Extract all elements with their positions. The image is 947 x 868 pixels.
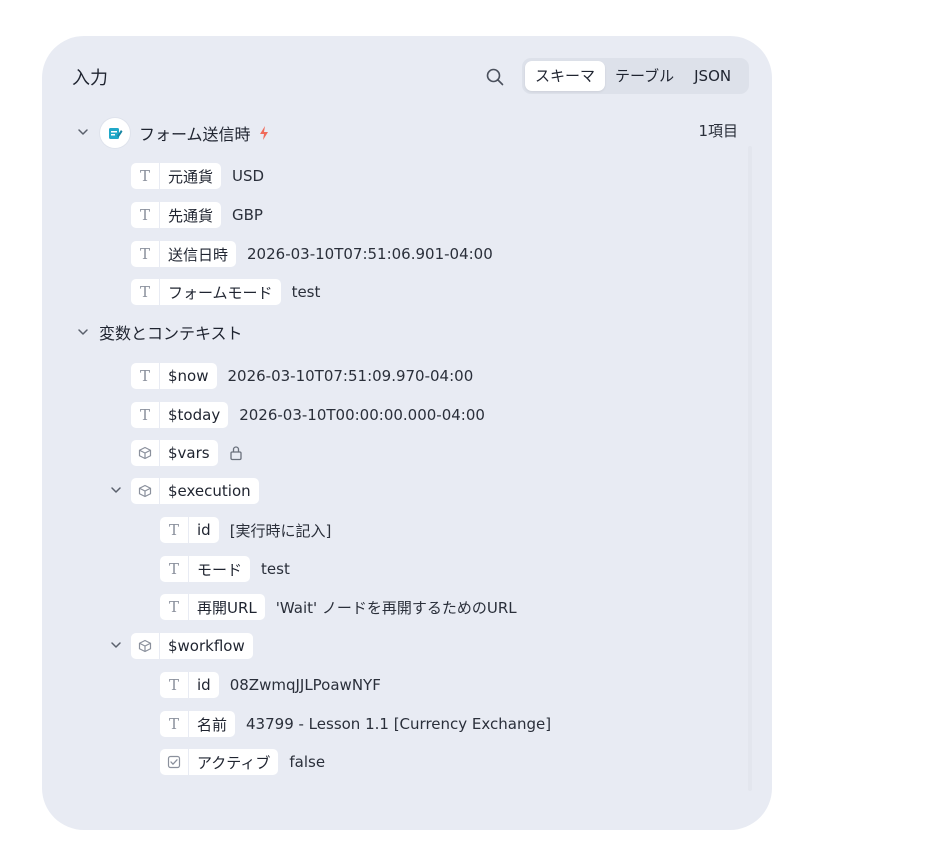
- field-pill[interactable]: T フォームモード: [131, 279, 281, 305]
- field-value: test: [291, 283, 321, 301]
- chevron-down-icon[interactable]: [76, 325, 90, 339]
- field-key: $today: [168, 406, 221, 424]
- field-pill[interactable]: T 送信日時: [131, 241, 237, 267]
- field-key: 名前: [197, 715, 228, 734]
- field-key: アクティブ: [197, 753, 271, 772]
- field-row: T 再開URL 'Wait' ノードを再開するためのURL: [160, 593, 517, 621]
- chevron-down-icon[interactable]: [76, 125, 90, 139]
- search-icon[interactable]: [485, 67, 505, 87]
- item-count: 1項目: [698, 122, 738, 140]
- field-pill[interactable]: T $now: [131, 363, 217, 389]
- field-pill[interactable]: T id: [160, 517, 219, 543]
- field-pill[interactable]: アクティブ: [160, 749, 279, 775]
- trigger-node-row[interactable]: フォーム送信時: [100, 118, 270, 148]
- input-panel: 入力 スキーマ テーブル JSON フォーム送信時 1項目 T 元通貨 USD …: [42, 36, 772, 830]
- field-key: id: [197, 676, 211, 694]
- field-value: USD: [232, 167, 265, 185]
- lock-icon: [229, 446, 242, 461]
- field-row: T モード test: [160, 555, 290, 583]
- field-row: T 元通貨 USD: [131, 162, 264, 190]
- field-row: T $now 2026-03-10T07:51:09.970-04:00: [131, 362, 473, 390]
- field-pill[interactable]: $execution: [131, 478, 259, 504]
- scrollbar[interactable]: [748, 146, 752, 791]
- panel-title: 入力: [72, 68, 108, 89]
- field-key: id: [197, 521, 211, 539]
- checkbox-type-icon: [160, 749, 188, 775]
- field-row: T $today 2026-03-10T00:00:00.000-04:00: [131, 401, 485, 429]
- field-row: T id 08ZwmqJJLPoawNYF: [160, 671, 381, 699]
- field-row: T 先通貨 GBP: [131, 201, 263, 229]
- field-row: T id [実行時に記入]: [160, 516, 331, 544]
- text-type-icon: T: [139, 406, 150, 424]
- field-pill[interactable]: T id: [160, 672, 219, 698]
- field-key: $execution: [168, 482, 251, 500]
- field-row: $vars: [131, 439, 243, 467]
- trigger-node-label: フォーム送信時: [139, 125, 251, 144]
- text-type-icon: T: [168, 521, 179, 539]
- text-type-icon: T: [139, 367, 150, 385]
- field-row: $execution: [131, 477, 259, 505]
- text-type-icon: T: [139, 167, 150, 185]
- field-key: $now: [168, 367, 209, 385]
- field-value: 2026-03-10T07:51:09.970-04:00: [227, 367, 474, 385]
- field-key: $workflow: [168, 637, 245, 655]
- field-value: [実行時に記入]: [229, 521, 332, 540]
- object-type-icon: [131, 633, 159, 659]
- field-key: フォームモード: [168, 283, 273, 302]
- tab-json[interactable]: JSON: [684, 61, 741, 91]
- text-type-icon: T: [168, 715, 179, 733]
- text-type-icon: T: [139, 245, 150, 263]
- form-node-icon: [100, 118, 130, 148]
- field-pill[interactable]: $vars: [131, 440, 218, 466]
- tab-schema[interactable]: スキーマ: [525, 61, 606, 91]
- tab-table[interactable]: テーブル: [605, 61, 684, 91]
- chevron-down-icon[interactable]: [109, 638, 123, 652]
- field-value: 08ZwmqJJLPoawNYF: [229, 676, 381, 694]
- text-type-icon: T: [139, 206, 150, 224]
- field-value: 2026-03-10T07:51:06.901-04:00: [247, 245, 493, 263]
- bolt-icon: [259, 126, 268, 140]
- text-type-icon: T: [168, 560, 179, 578]
- text-type-icon: T: [168, 598, 179, 616]
- context-section-row[interactable]: 変数とコンテキスト: [99, 318, 243, 346]
- field-row: アクティブ false: [160, 748, 325, 776]
- field-pill[interactable]: $workflow: [131, 633, 253, 659]
- view-tabs: スキーマ テーブル JSON: [522, 58, 749, 94]
- field-row: T 名前 43799 - Lesson 1.1 [Currency Exchan…: [160, 710, 551, 738]
- field-key: モード: [197, 560, 243, 579]
- chevron-down-icon[interactable]: [109, 483, 123, 497]
- field-row: T 送信日時 2026-03-10T07:51:06.901-04:00: [131, 240, 493, 268]
- object-type-icon: [131, 440, 159, 466]
- field-pill[interactable]: T 名前: [160, 711, 236, 737]
- field-key: 元通貨: [168, 167, 214, 186]
- context-section-label: 変数とコンテキスト: [99, 324, 243, 343]
- field-value: false: [289, 753, 326, 771]
- field-value: 'Wait' ノードを再開するためのURL: [275, 598, 517, 617]
- field-value: 2026-03-10T00:00:00.000-04:00: [239, 406, 485, 424]
- field-row: $workflow: [131, 632, 253, 660]
- field-value: test: [261, 560, 290, 578]
- field-key: $vars: [168, 444, 210, 462]
- text-type-icon: T: [168, 676, 179, 694]
- field-pill[interactable]: T 元通貨: [131, 163, 222, 189]
- field-pill[interactable]: T 再開URL: [160, 594, 265, 620]
- field-key: 再開URL: [197, 598, 257, 617]
- field-pill[interactable]: T $today: [131, 402, 229, 428]
- text-type-icon: T: [139, 283, 150, 301]
- field-row: T フォームモード test: [131, 278, 320, 306]
- object-type-icon: [131, 478, 159, 504]
- field-pill[interactable]: T 先通貨: [131, 202, 222, 228]
- field-pill[interactable]: T モード: [160, 556, 251, 582]
- field-value: 43799 - Lesson 1.1 [Currency Exchange]: [246, 715, 552, 733]
- field-key: 送信日時: [168, 245, 229, 264]
- field-key: 先通貨: [168, 206, 214, 225]
- field-value: GBP: [232, 206, 263, 224]
